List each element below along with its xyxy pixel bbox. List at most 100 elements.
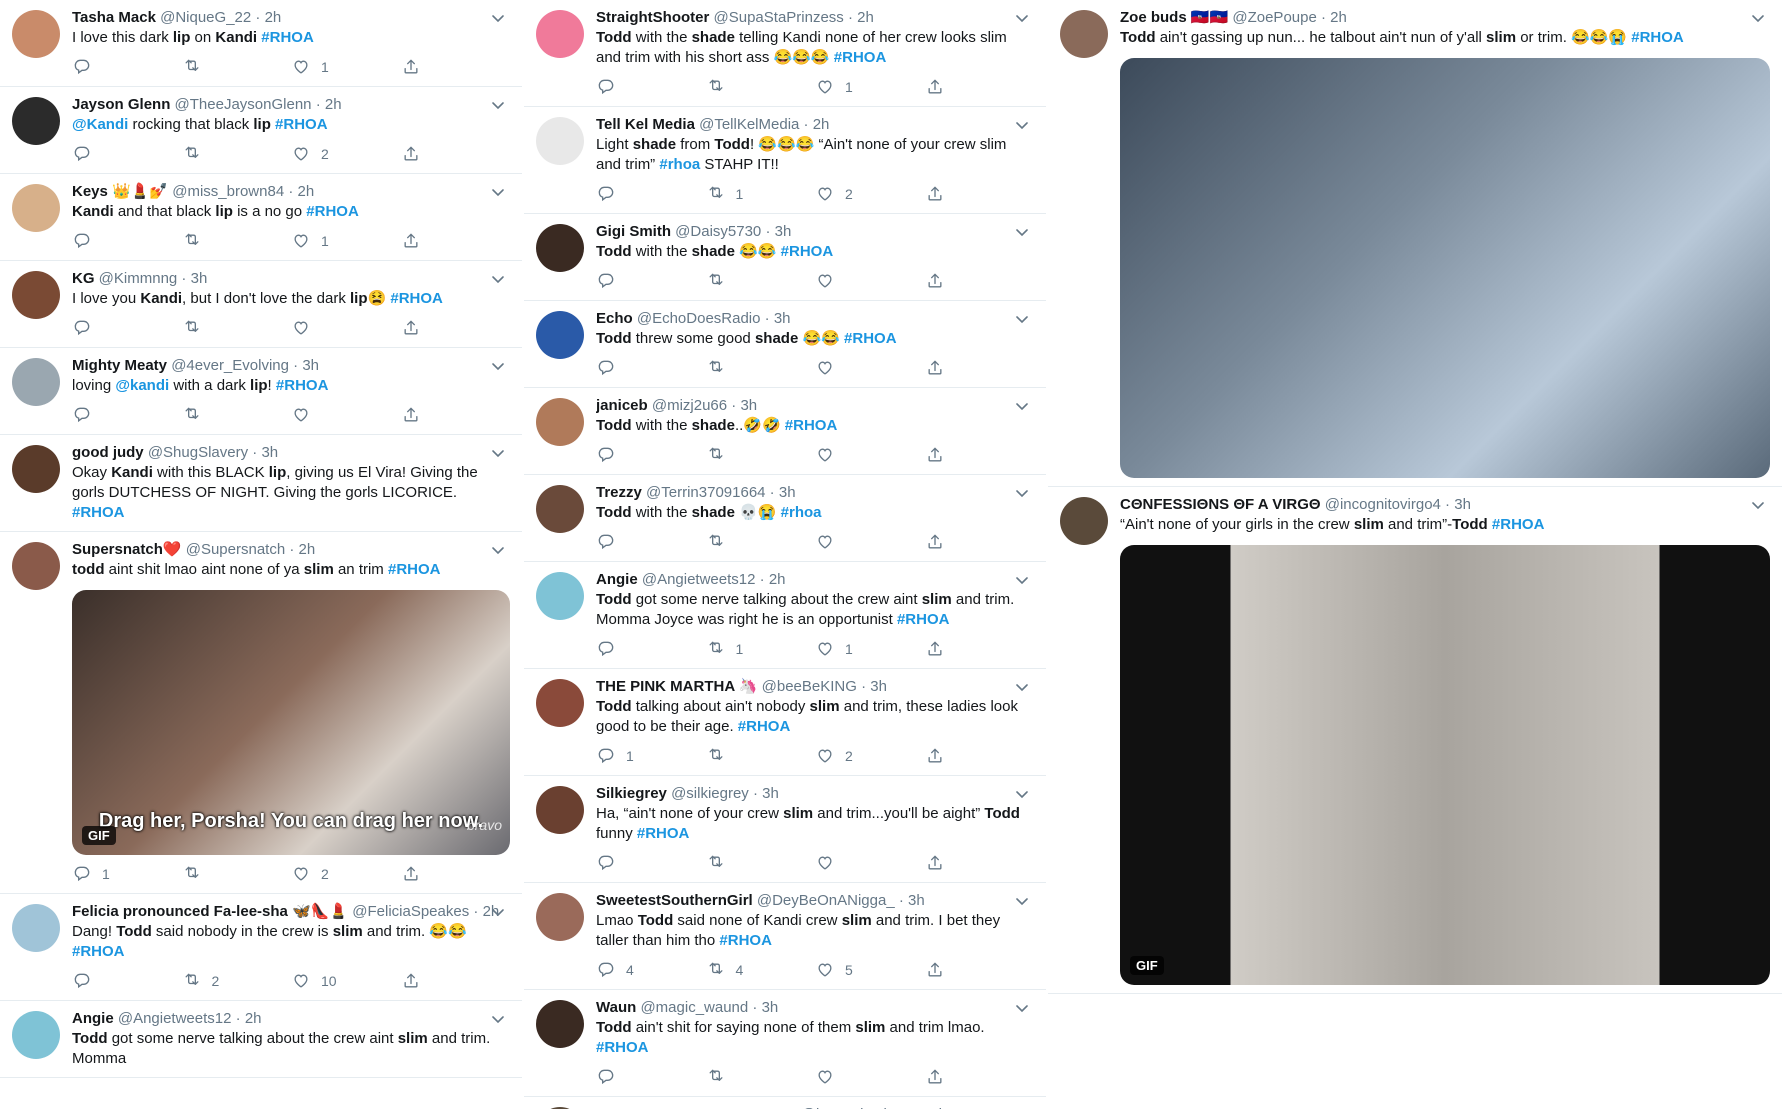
retweet-button[interactable] (182, 318, 292, 338)
author-name[interactable]: THE PINK MARTHA 🦄 (596, 678, 757, 695)
like-button[interactable]: 2 (291, 144, 401, 164)
avatar[interactable] (12, 97, 60, 145)
chevron-down-icon[interactable] (490, 97, 506, 113)
author-name[interactable]: Echo (596, 310, 633, 327)
author-handle[interactable]: @TheeJaysonGlenn (175, 96, 312, 113)
author-name[interactable]: StraightShooter (596, 9, 709, 26)
share-button[interactable] (925, 853, 1035, 873)
tweet-timestamp[interactable]: 3h (762, 785, 779, 802)
author-handle[interactable]: @DeyBeOnANigga_ (757, 892, 895, 909)
author-handle[interactable]: @Kimmnng (99, 270, 178, 287)
author-name[interactable]: Waun (596, 999, 636, 1016)
retweet-button[interactable] (706, 1067, 816, 1087)
chevron-down-icon[interactable] (1750, 10, 1766, 26)
author-name[interactable]: Tasha Mack (72, 9, 156, 26)
author-handle[interactable]: @Terrin37091664 (646, 484, 765, 501)
share-button[interactable] (401, 405, 511, 425)
reply-button[interactable] (72, 57, 182, 77)
like-button[interactable]: 1 (291, 231, 401, 251)
chevron-down-icon[interactable] (1014, 572, 1030, 588)
hashtag-link[interactable]: @kandi (115, 377, 169, 394)
share-button[interactable] (925, 746, 1035, 766)
like-button[interactable] (815, 358, 925, 378)
tweet-card[interactable]: Angie @Angietweets12 · 2h Todd got some n… (0, 1001, 522, 1078)
tweet-timestamp[interactable]: 3h (302, 357, 319, 374)
author-name[interactable]: Mighty Meaty (72, 357, 167, 374)
hashtag-link[interactable]: #rhoa (781, 504, 822, 521)
hashtag-link[interactable]: #RHOA (785, 417, 838, 434)
tweet-media[interactable]: Drag her, Porsha! You can drag her now. b… (72, 590, 510, 855)
retweet-button[interactable] (706, 358, 816, 378)
like-button[interactable]: 1 (815, 77, 925, 97)
chevron-down-icon[interactable] (1014, 224, 1030, 240)
reply-button[interactable] (596, 445, 706, 465)
author-name[interactable]: Angie (596, 571, 638, 588)
author-handle[interactable]: @miss_brown84 (172, 183, 284, 200)
retweet-button[interactable]: 1 (706, 184, 816, 204)
share-button[interactable] (925, 1067, 1035, 1087)
reply-button[interactable] (72, 231, 182, 251)
tweet-card[interactable]: janiceb @mizj2u66 · 3h Todd with the shad… (524, 388, 1046, 475)
tweet-media[interactable] (1120, 58, 1770, 478)
author-name[interactable]: Felicia pronounced Fa-lee-sha 🦋👠💄 (72, 903, 348, 920)
author-handle[interactable]: @beeBeKING (762, 678, 857, 695)
avatar[interactable] (12, 184, 60, 232)
author-name[interactable]: Silkiegrey (596, 785, 667, 802)
chevron-down-icon[interactable] (490, 10, 506, 26)
chevron-down-icon[interactable] (1014, 893, 1030, 909)
share-button[interactable] (925, 271, 1035, 291)
avatar[interactable] (12, 1011, 60, 1059)
tweet-card[interactable]: Trezzy @Terrin37091664 · 3h Todd with the… (524, 475, 1046, 562)
retweet-button[interactable]: 2 (182, 971, 292, 991)
hashtag-link[interactable]: #RHOA (834, 49, 887, 66)
author-name[interactable]: Tell Kel Media (596, 116, 695, 133)
reply-button[interactable] (596, 639, 706, 659)
author-name[interactable]: janiceb (596, 397, 648, 414)
author-handle[interactable]: @TellKelMedia (699, 116, 799, 133)
author-handle[interactable]: @Angietweets12 (118, 1010, 232, 1027)
chevron-down-icon[interactable] (1014, 311, 1030, 327)
avatar[interactable] (536, 679, 584, 727)
author-name[interactable]: Angie (72, 1010, 114, 1027)
tweet-card[interactable]: CΘNFESSIΘNS ΘF A VIRGΘ @incognitovirgo4 … (1048, 487, 1782, 994)
reply-button[interactable]: 1 (596, 746, 706, 766)
tweet-timestamp[interactable]: 2h (813, 116, 830, 133)
tweet-card[interactable]: good judy @ShugSlavery · 3h Okay Kandi wi… (0, 435, 522, 532)
author-name[interactable]: Zoe buds 🇭🇹🇭🇹 (1120, 9, 1228, 26)
author-handle[interactable]: @mizj2u66 (652, 397, 727, 414)
like-button[interactable]: 2 (815, 184, 925, 204)
chevron-down-icon[interactable] (1014, 485, 1030, 501)
reply-button[interactable] (596, 1067, 706, 1087)
tweet-timestamp[interactable]: 3h (740, 397, 757, 414)
retweet-button[interactable] (706, 853, 816, 873)
share-button[interactable] (925, 184, 1035, 204)
author-handle[interactable]: @NiqueG_22 (160, 9, 251, 26)
chevron-down-icon[interactable] (1014, 786, 1030, 802)
like-button[interactable]: 5 (815, 960, 925, 980)
tweet-card[interactable]: Felicia pronounced Fa-lee-sha 🦋👠💄 @Felic… (0, 894, 522, 1001)
author-handle[interactable]: @Angietweets12 (642, 571, 756, 588)
tweet-timestamp[interactable]: 2h (245, 1010, 262, 1027)
avatar[interactable] (536, 311, 584, 359)
tweet-card[interactable]: Jayson Glenn @TheeJaysonGlenn · 2h @Kandi… (0, 87, 522, 174)
hashtag-link[interactable]: #RHOA (637, 825, 690, 842)
like-button[interactable] (815, 532, 925, 552)
tweet-timestamp[interactable]: 3h (1454, 496, 1471, 513)
like-button[interactable] (815, 271, 925, 291)
hashtag-link[interactable]: @Kandi (72, 116, 128, 133)
retweet-button[interactable] (182, 144, 292, 164)
tweet-card[interactable]: SweetestSouthernGirl @DeyBeOnANigga_ · 3… (524, 883, 1046, 990)
author-name[interactable]: Supersnatch❤️ (72, 541, 182, 558)
share-button[interactable] (401, 971, 511, 991)
tweet-timestamp[interactable]: 2h (769, 571, 786, 588)
reply-button[interactable] (596, 532, 706, 552)
share-button[interactable] (401, 144, 511, 164)
chevron-down-icon[interactable] (1014, 398, 1030, 414)
tweet-timestamp[interactable]: 3h (261, 444, 278, 461)
reply-button[interactable]: 4 (596, 960, 706, 980)
chevron-down-icon[interactable] (490, 445, 506, 461)
avatar[interactable] (536, 10, 584, 58)
chevron-down-icon[interactable] (490, 904, 506, 920)
avatar[interactable] (536, 117, 584, 165)
hashtag-link[interactable]: #RHOA (388, 561, 441, 578)
